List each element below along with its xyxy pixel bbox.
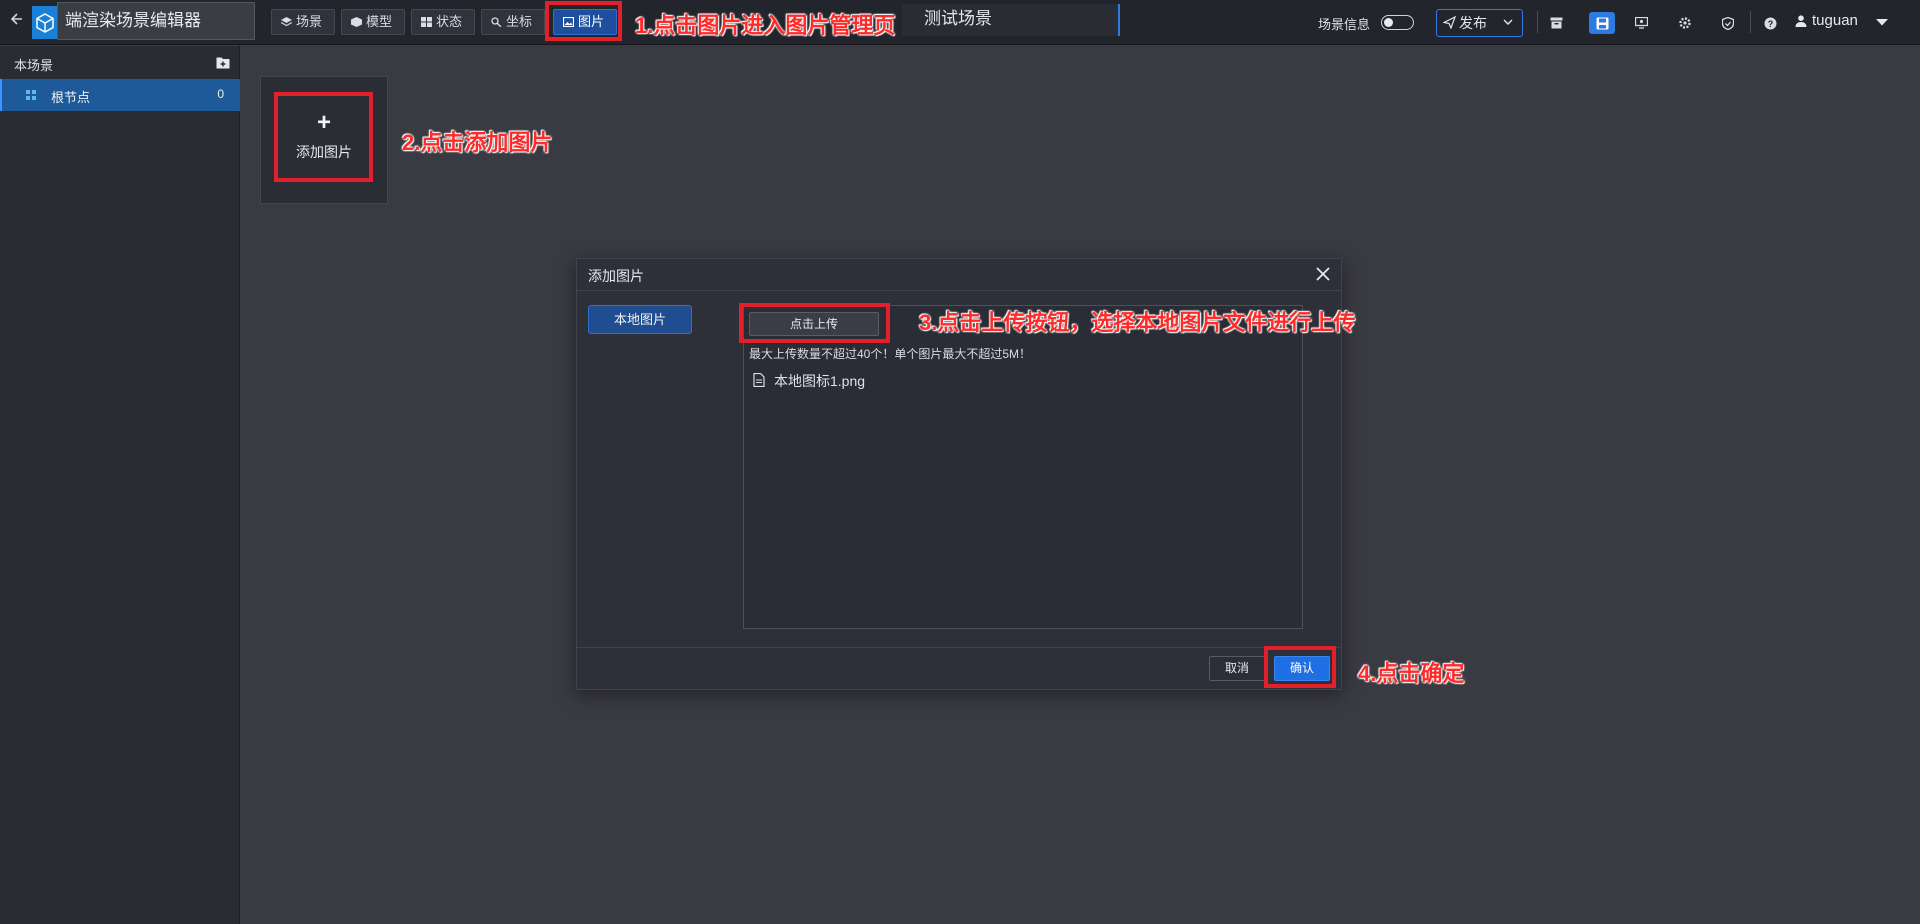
send-icon [1443, 16, 1456, 29]
annotation-box-step1 [545, 1, 622, 41]
screen-icon[interactable] [1630, 12, 1652, 34]
upload-hint: 最大上传数量不超过40个！单个图片最大不超过5M！ [749, 347, 1032, 361]
nav-coordinate-label: 坐标 [506, 14, 533, 29]
annotation-step2: 2.点击添加图片 [402, 130, 553, 155]
location-icon [491, 17, 502, 27]
nav-state-label: 状态 [436, 14, 463, 29]
publish-dropdown[interactable]: 发布 [1436, 9, 1523, 37]
shield-icon[interactable] [1717, 12, 1739, 34]
user-menu[interactable]: tuguan [1795, 12, 1858, 29]
nav-model-button[interactable]: 模型 [341, 9, 405, 35]
annotation-step3: 3.点击上传按钮，选择本地图片文件进行上传 [919, 310, 1356, 335]
sidebar-title: 本场景 [14, 58, 54, 73]
layers-icon [281, 17, 292, 27]
publish-label: 发布 [1459, 15, 1487, 31]
settings-icon[interactable] [1674, 12, 1696, 34]
grid-icon [421, 17, 432, 27]
folder-add-icon[interactable] [216, 56, 230, 69]
tree-node-label: 根节点 [51, 90, 91, 105]
scene-info-label: 场景信息 [1318, 17, 1371, 32]
cube-icon [351, 17, 362, 27]
top-bar: 端渲染场景编辑器 场景 模型 状态 坐标 图片 测试场景 场景信息 发布 ? t… [0, 0, 1920, 45]
file-list-item[interactable]: 本地图标1.png [753, 371, 865, 391]
caret-down-icon[interactable] [1875, 17, 1889, 27]
annotation-box-step2 [274, 92, 373, 182]
toolbar-divider [1750, 11, 1751, 33]
file-name: 本地图标1.png [774, 373, 866, 389]
dialog-title: 添加图片 [588, 268, 644, 284]
svg-text:?: ? [1767, 19, 1773, 29]
annotation-step1: 1.点击图片进入图片管理页 [635, 13, 896, 38]
cube-logo-icon [32, 6, 57, 39]
grid-icon [26, 90, 36, 100]
user-icon [1795, 15, 1807, 27]
close-icon[interactable] [1315, 266, 1331, 282]
dialog-divider [577, 290, 1341, 291]
username: tuguan [1812, 12, 1858, 29]
tree-node-root[interactable]: 根节点 0 [0, 79, 240, 111]
app-title: 端渲染场景编辑器 [57, 2, 255, 40]
scene-tree-sidebar: 本场景 根节点 0 [0, 46, 240, 924]
annotation-box-step4 [1264, 646, 1336, 688]
tree-node-count: 0 [217, 87, 224, 101]
nav-coordinate-button[interactable]: 坐标 [481, 9, 545, 35]
scene-name-field[interactable]: 测试场景 [902, 4, 1120, 36]
help-icon[interactable]: ? [1759, 12, 1781, 34]
archive-icon[interactable] [1545, 12, 1567, 34]
nav-model-label: 模型 [366, 14, 393, 29]
chevron-down-icon [1503, 19, 1513, 25]
file-icon [753, 373, 765, 387]
nav-scene-button[interactable]: 场景 [271, 9, 335, 35]
annotation-step4: 4.点击确定 [1358, 661, 1465, 686]
cancel-button[interactable]: 取消 [1209, 656, 1265, 681]
local-image-tab[interactable]: 本地图片 [588, 305, 692, 334]
save-icon[interactable] [1589, 12, 1615, 34]
arrow-left-icon[interactable] [8, 12, 26, 32]
scene-info-toggle[interactable] [1381, 15, 1414, 30]
nav-scene-label: 场景 [296, 14, 323, 29]
dialog-divider [577, 647, 1341, 648]
toolbar-divider [1537, 11, 1538, 33]
annotation-box-step3 [739, 303, 890, 343]
nav-state-button[interactable]: 状态 [411, 9, 475, 35]
